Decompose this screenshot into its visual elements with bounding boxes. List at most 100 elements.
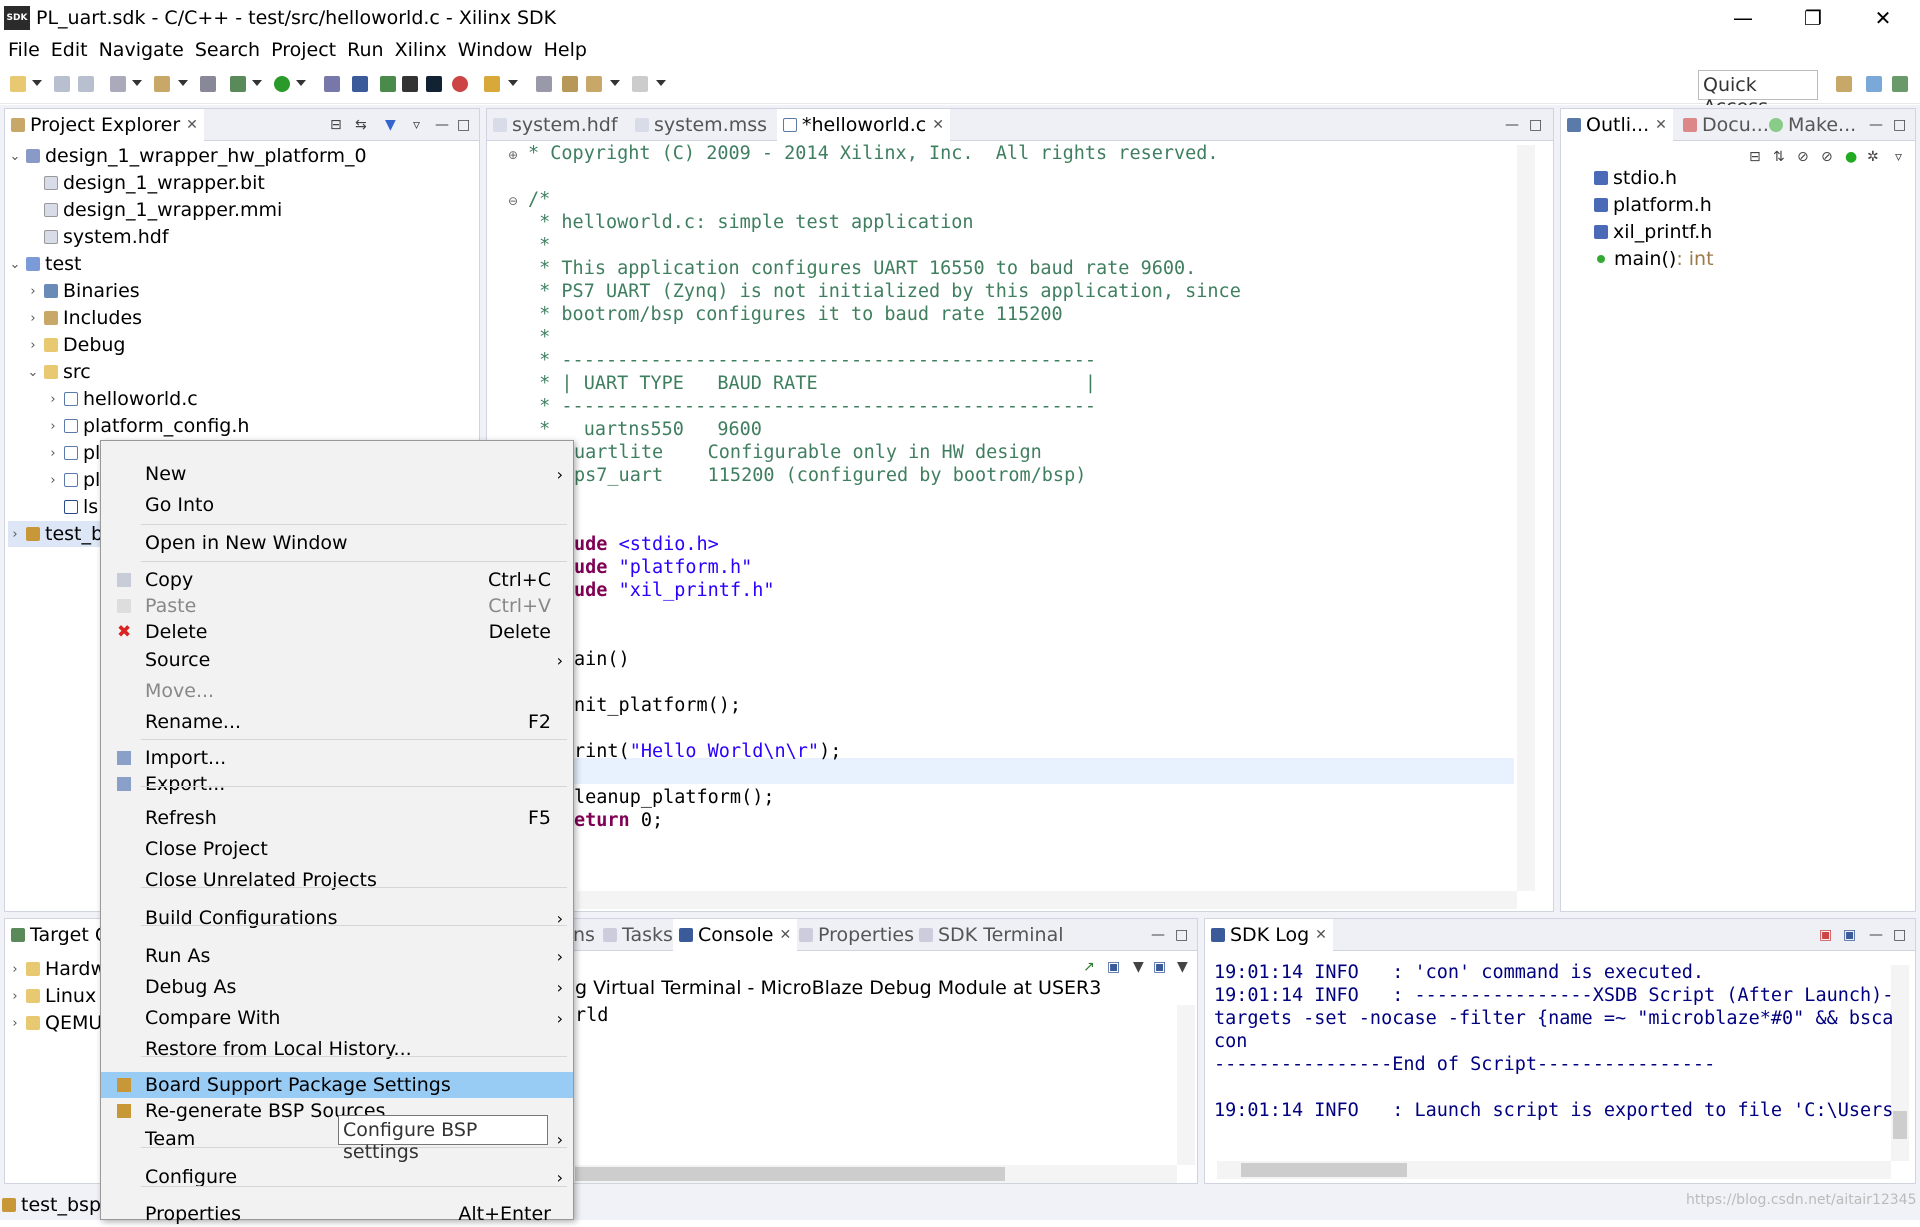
tab-system-hdf[interactable]: system.hdf (487, 109, 624, 141)
tree-item-includes[interactable]: › Includes (26, 305, 142, 331)
group-includes-icon[interactable]: ✲ (1867, 149, 1879, 165)
code-line[interactable]: ude "xil_printf.h" (574, 580, 775, 603)
log-hscroll[interactable] (1217, 1161, 1891, 1179)
code-line[interactable]: * (528, 327, 550, 350)
console-output[interactable]: rld (575, 1005, 608, 1026)
save-icon[interactable] (54, 76, 70, 92)
menu-item-rename[interactable]: Rename... F2 (101, 709, 573, 735)
tab-make[interactable]: Make... (1763, 109, 1862, 141)
maximize-view-icon[interactable]: □ (1893, 927, 1906, 943)
prev-edit-icon[interactable] (562, 76, 578, 92)
menu-item-close-project[interactable]: Close Project (101, 836, 573, 862)
tab-system-mss[interactable]: system.mss (629, 109, 773, 141)
minimize-view-icon[interactable]: — (435, 117, 449, 133)
editor-hscroll[interactable] (577, 891, 1517, 909)
menu-edit[interactable]: Edit (51, 39, 88, 61)
display-dropdown-icon[interactable]: ▼ (1133, 959, 1144, 975)
collapsed-icon[interactable]: › (8, 962, 22, 977)
menu-item-compare-with[interactable]: Compare With › (101, 1005, 573, 1031)
open-perspective-icon[interactable] (1836, 76, 1852, 92)
code-line[interactable]: * PS7 UART (Zynq) is not initialized by … (528, 281, 1241, 304)
target-item-hardware[interactable]: › Hardw (8, 956, 106, 982)
collapsed-icon[interactable]: › (46, 446, 60, 461)
tab-outline[interactable]: Outli... ✕ (1561, 109, 1673, 141)
tree-item-mmi[interactable]: design_1_wrapper.mmi (44, 197, 282, 223)
xsct-icon[interactable] (426, 76, 442, 92)
collapse-all-icon[interactable]: ⊟ (330, 117, 342, 133)
menu-item-new[interactable]: New › (101, 461, 573, 487)
minimize-view-icon[interactable]: — (1505, 117, 1519, 133)
status-bsp-item[interactable]: test_bsp (2, 1192, 101, 1218)
view-menu-icon[interactable]: ▿ (1895, 149, 1902, 165)
code-line[interactable]: * Copyright (C) 2009 - 2014 Xilinx, Inc.… (528, 143, 1219, 166)
back-icon[interactable] (586, 76, 602, 92)
console-vscroll[interactable] (1177, 1005, 1195, 1165)
collapsed-icon[interactable]: › (46, 419, 60, 434)
menu-item-delete[interactable]: ✖ Delete Delete (101, 619, 573, 645)
collapsed-icon[interactable]: › (26, 338, 40, 353)
menu-item-properties[interactable]: Properties Alt+Enter (101, 1201, 573, 1227)
terminal-icon[interactable] (352, 76, 368, 92)
refresh-dropdown-icon[interactable] (132, 80, 142, 86)
sort-icon[interactable]: ⇅ (1773, 149, 1785, 165)
code-line[interactable]: * This application configures UART 16550… (528, 258, 1196, 281)
menu-help[interactable]: Help (544, 39, 587, 61)
maximize-view-icon[interactable]: □ (1175, 927, 1188, 943)
pin-icon[interactable] (536, 76, 552, 92)
pin-console-icon[interactable]: ↗ (1083, 959, 1095, 975)
scroll-thumb[interactable] (575, 1167, 1005, 1181)
code-line[interactable]: nit_platform(); (574, 695, 741, 718)
view-menu-icon[interactable]: ▿ (413, 117, 420, 133)
outline-item[interactable]: main() : int (1594, 246, 1714, 272)
menu-search[interactable]: Search (195, 39, 260, 61)
debug-perspective-icon[interactable] (1892, 76, 1908, 92)
menu-file[interactable]: File (8, 39, 40, 61)
collapsed-icon[interactable]: › (8, 527, 22, 542)
code-line[interactable]: uartlite Configurable only in HW design (574, 442, 1042, 465)
hide-static-icon[interactable]: ⊘ (1821, 149, 1833, 165)
forward-icon[interactable] (632, 76, 648, 92)
tab-sdk-terminal[interactable]: SDK Terminal (913, 919, 1070, 951)
tab-tasks[interactable]: Tasks (597, 919, 679, 951)
code-line[interactable]: leanup_platform(); (574, 787, 774, 810)
open-console-icon[interactable]: ▣ (1153, 959, 1166, 975)
expanded-icon[interactable]: ⌄ (8, 149, 22, 164)
log-vscroll[interactable] (1891, 965, 1909, 1161)
hide-nonpublic-icon[interactable]: ● (1845, 149, 1857, 165)
build-dropdown-icon[interactable] (178, 80, 188, 86)
menu-item-paste[interactable]: Paste Ctrl+V (101, 593, 573, 619)
c-perspective-icon[interactable] (1866, 76, 1882, 92)
run-icon[interactable] (274, 76, 290, 92)
code-line[interactable]: * bootrom/bsp configures it to baud rate… (528, 304, 1063, 327)
console-icon[interactable] (402, 76, 418, 92)
tab-documentation[interactable]: Docu... (1677, 109, 1775, 141)
quick-access-input[interactable]: Quick Access (1698, 70, 1818, 118)
new-icon[interactable] (10, 76, 26, 92)
code-line[interactable]: * --------------------------------------… (528, 350, 1096, 373)
target-icon[interactable] (452, 76, 468, 92)
menu-item-open-new-window[interactable]: Open in New Window (101, 530, 573, 556)
minimize-view-icon[interactable]: — (1869, 117, 1883, 133)
minimize-view-icon[interactable]: — (1869, 927, 1883, 943)
code-line[interactable]: ain() (574, 649, 630, 672)
collapsed-icon[interactable]: › (8, 1016, 22, 1031)
code-line[interactable]: ude <stdio.h> (574, 534, 719, 557)
close-tab-icon[interactable]: ✕ (932, 117, 944, 133)
hide-fields-icon[interactable]: ⊘ (1797, 149, 1809, 165)
target-item-linux[interactable]: › Linux (8, 983, 96, 1009)
collapsed-icon[interactable]: › (26, 311, 40, 326)
maximize-view-icon[interactable]: □ (457, 117, 470, 133)
debug-icon[interactable] (230, 76, 246, 92)
code-line[interactable]: eturn 0; (574, 810, 663, 833)
program-icon[interactable] (200, 76, 216, 92)
tree-item-pl-c[interactable]: › pl (46, 440, 100, 466)
code-line[interactable]: ps7_uart 115200 (configured by bootrom/b… (574, 465, 1086, 488)
menu-item-close-unrelated[interactable]: Close Unrelated Projects (101, 867, 573, 893)
menu-item-import[interactable]: Import... (101, 745, 573, 771)
minimize-icon[interactable]: — (1708, 0, 1778, 36)
close-tab-icon[interactable]: ✕ (1315, 927, 1327, 943)
tab-project-explorer[interactable]: Project Explorer ✕ (5, 109, 204, 141)
scroll-thumb[interactable] (1241, 1163, 1407, 1177)
code-line[interactable]: /* (528, 189, 550, 212)
copy-log-icon[interactable]: ▣ (1843, 927, 1856, 943)
